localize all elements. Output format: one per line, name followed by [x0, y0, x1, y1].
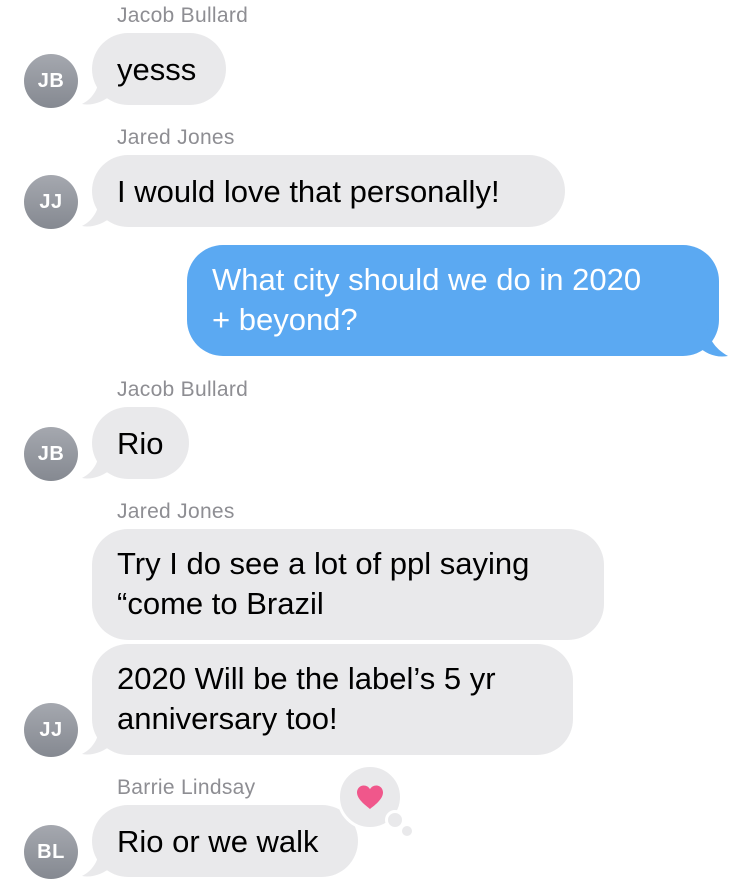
heart-icon: [357, 785, 383, 809]
sender-name: Jared Jones: [117, 500, 235, 523]
avatar[interactable]: JB: [24, 54, 78, 108]
avatar-initials: JB: [37, 69, 65, 92]
avatar-initials: JB: [37, 442, 65, 465]
bubble-tail: [698, 322, 728, 357]
avatar-initials: JJ: [39, 190, 63, 213]
bubble-tail: [82, 844, 112, 877]
message-text: Rio: [117, 426, 164, 461]
bubble-tail: [82, 446, 112, 479]
bubble-tail: [82, 72, 112, 105]
message-text-line: anniversary too!: [117, 701, 338, 736]
message-text-line: What city should we do in 2020: [212, 262, 642, 297]
message-text: I would love that personally!: [117, 174, 500, 209]
bubble-tail: [82, 194, 112, 227]
bubble-tail: [82, 722, 112, 755]
avatar[interactable]: JJ: [24, 703, 78, 757]
message-text-line: + beyond?: [212, 302, 358, 337]
message-bubble[interactable]: Rio or we walk: [92, 805, 358, 877]
message-text: yesss: [117, 52, 197, 87]
sender-name: Jared Jones: [117, 126, 235, 149]
message-text-line: 2020 Will be the label’s 5 yr: [117, 661, 496, 696]
sender-name: Jacob Bullard: [117, 378, 249, 401]
avatar-initials: JJ: [39, 718, 63, 741]
sender-name: Jacob Bullard: [117, 4, 249, 27]
avatar[interactable]: BL: [24, 825, 78, 879]
message-bubble[interactable]: I would love that personally!: [92, 155, 565, 227]
avatar[interactable]: JJ: [24, 175, 78, 229]
message-bubble[interactable]: Try I do see a lot of ppl saying “come t…: [92, 529, 604, 640]
tapback-tail-dot: [402, 826, 412, 836]
outgoing-message-bubble[interactable]: What city should we do in 2020 + beyond?: [187, 245, 719, 356]
message-text-line: “come to Brazil: [117, 586, 324, 621]
message-text-line: Try I do see a lot of ppl saying: [117, 546, 530, 581]
sender-name: Barrie Lindsay: [117, 776, 256, 799]
message-text: Rio or we walk: [117, 824, 319, 859]
message-bubble[interactable]: 2020 Will be the label’s 5 yr anniversar…: [92, 644, 573, 755]
avatar-initials: BL: [37, 840, 65, 863]
avatar[interactable]: JB: [24, 427, 78, 481]
